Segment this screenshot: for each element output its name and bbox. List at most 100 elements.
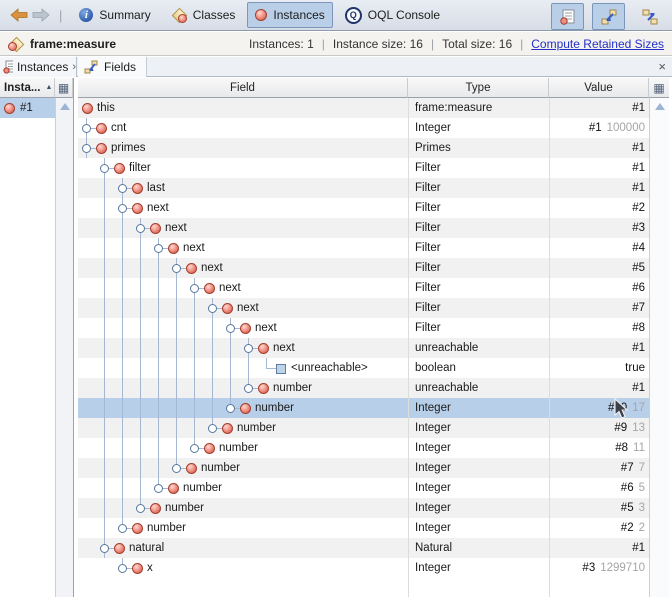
summary-button[interactable]: i Summary bbox=[71, 2, 158, 28]
tree-expand-handle[interactable] bbox=[118, 524, 127, 533]
field-row[interactable]: nextFilter#7 bbox=[78, 298, 649, 318]
chevron-right-icon[interactable]: › bbox=[72, 61, 76, 73]
tree-expand-handle[interactable] bbox=[136, 504, 145, 513]
tree-expand-handle[interactable] bbox=[172, 464, 181, 473]
scroll-up-icon[interactable] bbox=[60, 103, 70, 110]
tree-expand-handle[interactable] bbox=[154, 244, 163, 253]
tree-expand-handle[interactable] bbox=[118, 564, 127, 573]
table-settings-button[interactable]: ▦ bbox=[649, 78, 669, 98]
tab-fields[interactable]: Fields bbox=[78, 57, 147, 77]
tree-line bbox=[122, 398, 123, 418]
oql-console-button[interactable]: Q OQL Console bbox=[337, 2, 448, 28]
instances-count: Instances: 1 bbox=[249, 37, 314, 51]
field-type: Filter bbox=[415, 222, 441, 234]
tree-expand-handle[interactable] bbox=[82, 124, 91, 133]
field-type: unreachable bbox=[415, 382, 478, 394]
oql-label: OQL Console bbox=[368, 8, 440, 22]
compute-retained-sizes-link[interactable]: Compute Retained Sizes bbox=[531, 37, 664, 51]
value-instance-number: #6 bbox=[621, 482, 634, 494]
tree-expand-handle[interactable] bbox=[82, 144, 91, 153]
field-row[interactable]: filterFilter#1 bbox=[78, 158, 649, 178]
tree-expand-handle[interactable] bbox=[208, 424, 217, 433]
field-name: x bbox=[147, 562, 153, 574]
field-value: #1 bbox=[550, 182, 645, 194]
field-row[interactable]: lastFilter#1 bbox=[78, 178, 649, 198]
field-row[interactable]: numberInteger#65 bbox=[78, 478, 649, 498]
tree-expand-handle[interactable] bbox=[190, 444, 199, 453]
tree-line bbox=[122, 298, 123, 318]
tree-expand-handle[interactable] bbox=[118, 184, 127, 193]
field-row[interactable]: numberInteger#1017 bbox=[78, 398, 649, 418]
column-header-field[interactable]: Field bbox=[78, 78, 408, 98]
tab-instances[interactable]: Instances › bbox=[0, 57, 77, 77]
instance-list-item[interactable]: #1 bbox=[0, 98, 55, 118]
tree-line bbox=[194, 378, 195, 398]
field-row[interactable]: thisframe:measure#1 bbox=[78, 98, 649, 118]
tree-line bbox=[104, 458, 105, 478]
list-settings-button[interactable]: ▦ bbox=[55, 78, 73, 98]
column-header-value[interactable]: Value bbox=[549, 78, 649, 98]
references-view-toggle[interactable] bbox=[633, 3, 666, 30]
field-row[interactable]: numberInteger#913 bbox=[78, 418, 649, 438]
field-type: Integer bbox=[415, 442, 451, 454]
tree-line bbox=[122, 318, 123, 338]
forward-button[interactable] bbox=[30, 4, 52, 26]
field-row[interactable]: nextunreachable#1 bbox=[78, 338, 649, 358]
tree-expand-handle[interactable] bbox=[208, 304, 217, 313]
tree-expand-handle[interactable] bbox=[118, 204, 127, 213]
tree-line bbox=[140, 298, 141, 318]
field-name: <unreachable> bbox=[291, 362, 368, 374]
fields-table-header: Field Type Value ▦ bbox=[78, 78, 669, 98]
field-row[interactable]: nextFilter#2 bbox=[78, 198, 649, 218]
field-row[interactable]: primesPrimes#1 bbox=[78, 138, 649, 158]
fields-view-toggle[interactable] bbox=[592, 3, 625, 30]
tree-line bbox=[158, 278, 159, 298]
tree-expand-handle[interactable] bbox=[244, 384, 253, 393]
field-value: #22 bbox=[550, 522, 645, 534]
instances-scrollbar[interactable] bbox=[55, 98, 73, 597]
field-row[interactable]: numberInteger#811 bbox=[78, 438, 649, 458]
value-instance-number: #2 bbox=[632, 202, 645, 214]
fields-scrollbar[interactable] bbox=[649, 98, 669, 597]
value-instance-number: #5 bbox=[621, 502, 634, 514]
tree-expand-handle[interactable] bbox=[136, 224, 145, 233]
tree-expand-handle[interactable] bbox=[190, 284, 199, 293]
scroll-up-icon[interactable] bbox=[655, 103, 665, 110]
column-header-type[interactable]: Type bbox=[408, 78, 549, 98]
field-row[interactable]: nextFilter#5 bbox=[78, 258, 649, 278]
classes-button[interactable]: Classes bbox=[163, 2, 244, 28]
back-button[interactable] bbox=[8, 4, 30, 26]
object-instance-icon bbox=[258, 383, 269, 394]
field-row[interactable]: <unreachable>booleantrue bbox=[78, 358, 649, 378]
instances-column-header[interactable]: Insta... ▲ bbox=[0, 78, 55, 98]
field-row[interactable]: numberInteger#22 bbox=[78, 518, 649, 538]
tree-line bbox=[176, 398, 177, 418]
tree-line bbox=[158, 258, 159, 278]
field-row[interactable]: nextFilter#8 bbox=[78, 318, 649, 338]
field-row[interactable]: naturalNatural#1 bbox=[78, 538, 649, 558]
tree-expand-handle[interactable] bbox=[154, 484, 163, 493]
field-row[interactable]: nextFilter#6 bbox=[78, 278, 649, 298]
close-icon[interactable]: × bbox=[658, 58, 666, 76]
field-row[interactable]: nextFilter#3 bbox=[78, 218, 649, 238]
tree-line bbox=[176, 278, 177, 298]
tree-expand-handle[interactable] bbox=[172, 264, 181, 273]
field-row[interactable]: numberInteger#53 bbox=[78, 498, 649, 518]
tree-expand-handle[interactable] bbox=[226, 324, 235, 333]
tree-expand-handle[interactable] bbox=[100, 544, 109, 553]
field-row[interactable]: numberunreachable#1 bbox=[78, 378, 649, 398]
field-row[interactable]: nextFilter#4 bbox=[78, 238, 649, 258]
forward-arrow-icon bbox=[32, 8, 50, 22]
tree-expand-handle[interactable] bbox=[226, 404, 235, 413]
object-instance-icon bbox=[204, 283, 215, 294]
tree-expand-handle[interactable] bbox=[244, 344, 253, 353]
tree-expand-handle[interactable] bbox=[100, 164, 109, 173]
field-value: #53 bbox=[550, 502, 645, 514]
field-row[interactable]: xInteger#31299710 bbox=[78, 558, 649, 578]
instances-button[interactable]: Instances bbox=[247, 2, 332, 28]
tree-line bbox=[140, 258, 141, 278]
class-info-bar: frame:measure Instances: 1 | Instance si… bbox=[0, 32, 672, 56]
field-row[interactable]: cntInteger#1100000 bbox=[78, 118, 649, 138]
instances-view-toggle[interactable] bbox=[551, 3, 584, 30]
field-row[interactable]: numberInteger#77 bbox=[78, 458, 649, 478]
